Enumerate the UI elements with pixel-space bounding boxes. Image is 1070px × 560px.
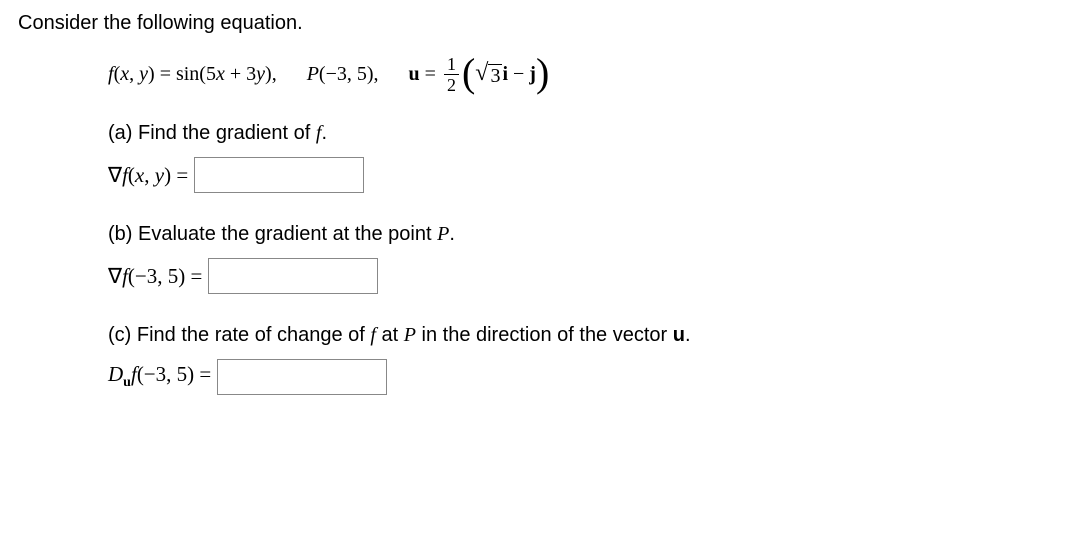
problem-content: f(x, y) = sin(5x + 3y), P(−3, 5), u = 1 … xyxy=(18,55,1052,395)
frac-denominator: 2 xyxy=(444,75,459,94)
eq-b: = xyxy=(185,264,202,288)
nabla-a: ∇ xyxy=(108,163,122,187)
part-c-answer: Duf(−3, 5) = xyxy=(108,359,1052,395)
part-a-answer: ∇f(x, y) = xyxy=(108,157,1052,193)
fraction-half: 1 2 xyxy=(444,55,459,94)
part-b-label: (b) Evaluate the gradient at the point P… xyxy=(108,223,1052,246)
part-b-answer: ∇f(−3, 5) = xyxy=(108,258,1052,294)
part-c-label: (c) Find the rate of change of f at P in… xyxy=(108,324,1052,347)
func-rhs: sin(5x + 3y), xyxy=(176,63,277,85)
minus-sign: − xyxy=(508,63,529,85)
left-paren: ( xyxy=(462,63,475,83)
equals: = xyxy=(155,63,176,85)
nabla-b: ∇ xyxy=(108,264,122,288)
args-a: (x, y) xyxy=(128,163,171,187)
intro-text: Consider the following equation. xyxy=(18,12,1052,35)
answer-input-a[interactable] xyxy=(194,157,364,193)
frac-numerator: 1 xyxy=(444,55,459,75)
vector-u-label: u xyxy=(409,63,420,85)
args-b: (−3, 5) xyxy=(128,264,185,288)
right-paren: ) xyxy=(536,63,549,83)
func-args: (x, y) xyxy=(114,63,155,85)
answer-input-b[interactable] xyxy=(208,258,378,294)
sub-u: u xyxy=(123,376,131,391)
sqrt-3: √3 xyxy=(475,61,502,88)
eq-a: = xyxy=(171,163,188,187)
point-label: P xyxy=(307,63,319,85)
args-c: (−3, 5) xyxy=(137,362,194,386)
equation-row: f(x, y) = sin(5x + 3y), P(−3, 5), u = 1 … xyxy=(108,55,1052,94)
D-c: D xyxy=(108,362,123,386)
answer-input-c[interactable] xyxy=(217,359,387,395)
part-a-label: (a) Find the gradient of f. xyxy=(108,122,1052,145)
point-value: (−3, 5), xyxy=(319,63,379,85)
vector-equals: = xyxy=(420,63,441,85)
vec-j: j xyxy=(529,63,536,85)
eq-c: = xyxy=(194,362,211,386)
